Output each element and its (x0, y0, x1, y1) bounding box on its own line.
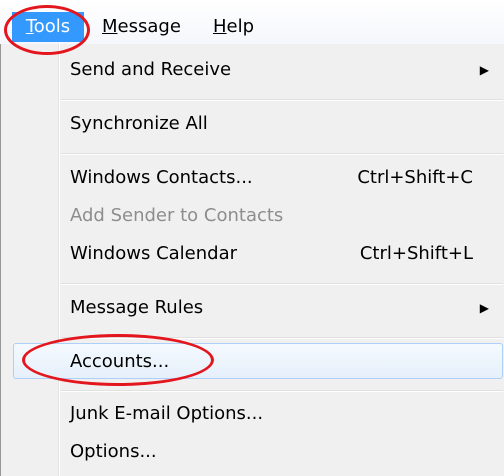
menu-bar: Tools Message Help (0, 0, 504, 48)
menu-item-add-sender-to-contacts: Add Sender to Contacts (13, 198, 503, 234)
screenshot-stage: Tools Message Help Send and Receive ▶ Sy… (0, 0, 504, 476)
menu-item-send-and-receive[interactable]: Send and Receive ▶ (13, 52, 503, 88)
menu-item-label: Accounts... (70, 351, 170, 372)
menu-item-windows-calendar[interactable]: Windows Calendar Ctrl+Shift+L (13, 236, 503, 272)
submenu-arrow-icon: ▶ (479, 63, 489, 77)
menu-item-shortcut: Ctrl+Shift+C (357, 167, 473, 188)
menu-help-label-rest: elp (226, 16, 255, 37)
menu-item-label: Windows Contacts... (70, 167, 253, 188)
menu-help[interactable]: Help (213, 12, 254, 42)
menu-tools-mnemonic: T (25, 16, 34, 37)
menu-item-junk-email-options[interactable]: Junk E-mail Options... (13, 396, 503, 432)
menu-item-label: Message Rules (70, 297, 204, 318)
menu-item-label: Synchronize All (70, 113, 208, 134)
menu-message-label-rest: essage (117, 16, 181, 37)
menu-item-label: Send and Receive (70, 59, 232, 80)
submenu-arrow-icon: ▶ (479, 301, 489, 315)
menu-item-windows-contacts[interactable]: Windows Contacts... Ctrl+Shift+C (13, 160, 503, 196)
menu-item-message-rules[interactable]: Message Rules ▶ (13, 290, 503, 326)
menu-item-label: Options... (70, 441, 157, 462)
tools-dropdown-menu: Send and Receive ▶ Synchronize All Windo… (0, 44, 504, 476)
menu-item-accounts[interactable]: Accounts... (13, 343, 503, 379)
menu-help-mnemonic: H (213, 16, 227, 37)
menu-item-label: Windows Calendar (70, 243, 238, 264)
menu-separator (61, 390, 503, 392)
menu-separator (61, 283, 503, 285)
menu-tools[interactable]: Tools (12, 12, 84, 42)
menu-item-shortcut: Ctrl+Shift+L (359, 243, 473, 264)
menu-separator (61, 153, 503, 155)
menu-item-label: Junk E-mail Options... (70, 403, 264, 424)
menu-item-synchronize-all[interactable]: Synchronize All (13, 106, 503, 142)
menu-separator (61, 99, 503, 101)
menu-message[interactable]: Message (102, 12, 181, 42)
menu-item-label: Add Sender to Contacts (70, 205, 284, 226)
menu-item-options[interactable]: Options... (13, 434, 503, 470)
menu-tools-label-rest: ools (33, 16, 71, 37)
menu-separator (61, 337, 503, 339)
menu-message-mnemonic: M (102, 16, 118, 37)
